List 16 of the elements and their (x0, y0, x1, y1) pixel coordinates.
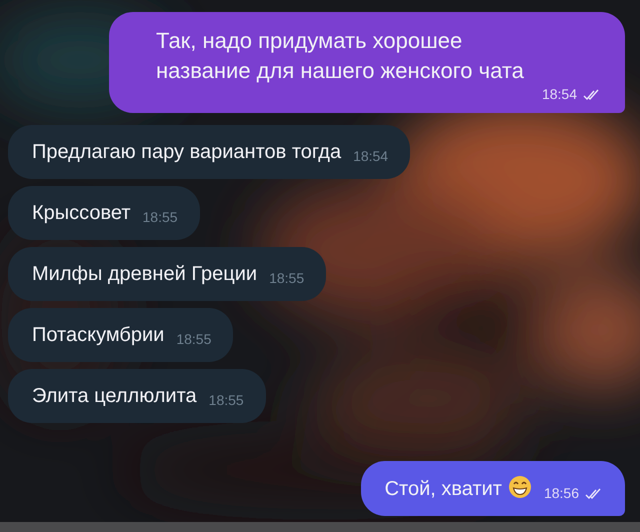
message-text: Так, надо придумать хорошее название для нашего женского чата (156, 27, 525, 85)
double-check-icon (585, 488, 603, 500)
message-time: 18:55 (142, 209, 178, 225)
message-time: 18:56 (544, 485, 579, 501)
message-time: 18:55 (208, 392, 244, 408)
message-time: 18:55 (269, 270, 304, 286)
message-text: Милфы древней Греции (32, 262, 258, 287)
double-check-icon (583, 88, 601, 100)
message-time: 18:54 (542, 86, 577, 102)
message-text: Потаскумбрии (32, 323, 164, 348)
message-text: Крыссовет (32, 201, 131, 226)
message-time: 18:54 (353, 148, 388, 164)
message-text: Элита целлюлита (32, 384, 197, 409)
message-time: 18:55 (176, 331, 212, 347)
message-text: Предлагаю пару вариантов тогда (32, 140, 342, 165)
message-text: Стой, хватит (384, 475, 532, 502)
